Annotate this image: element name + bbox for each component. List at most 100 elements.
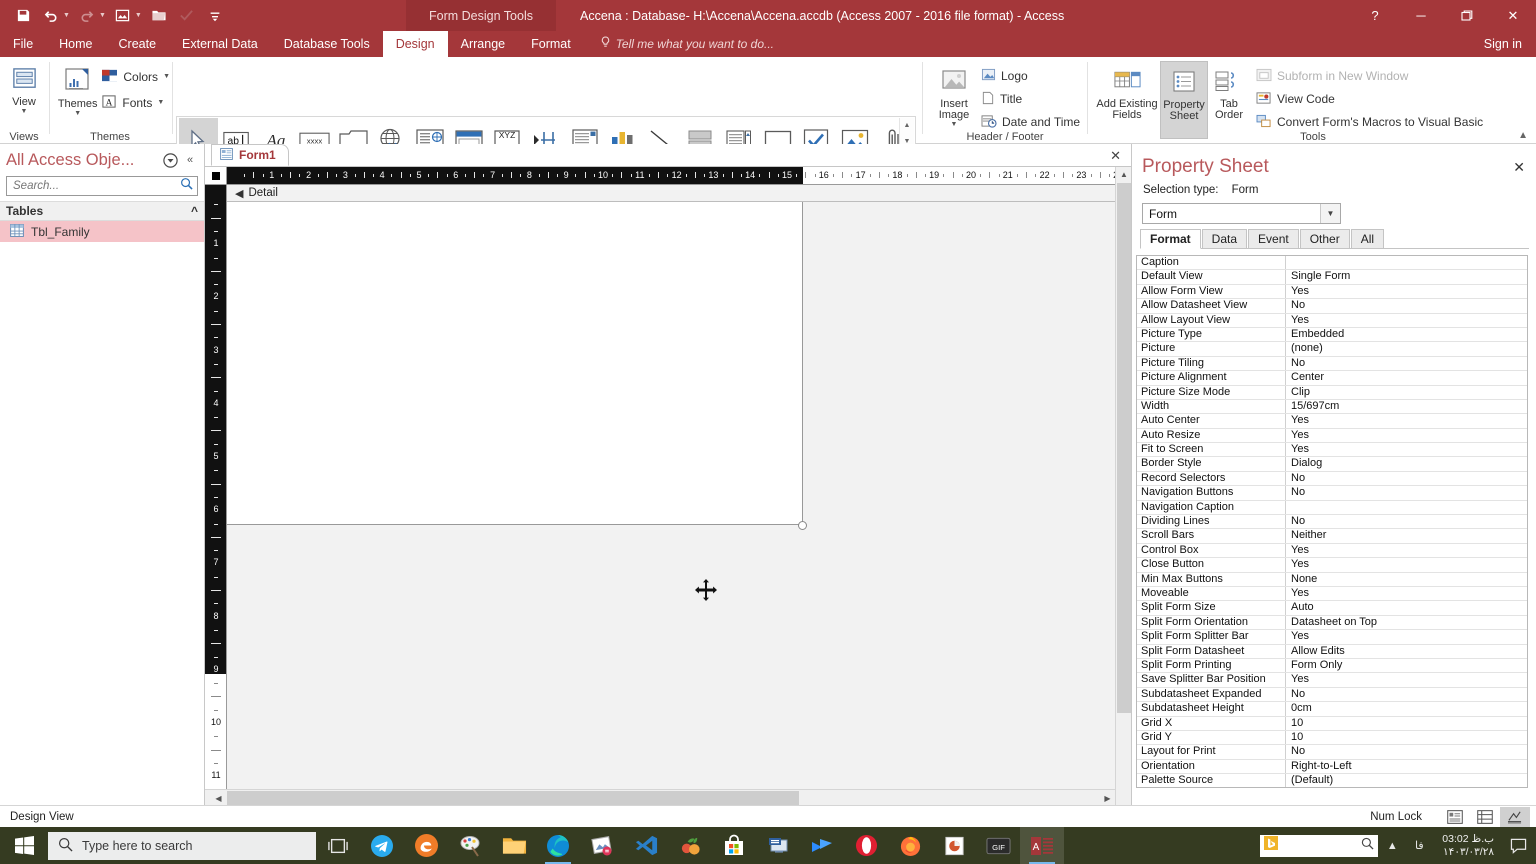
edge-legacy-icon[interactable] xyxy=(404,827,448,864)
property-row[interactable]: Grid Y 10 xyxy=(1137,730,1527,746)
property-value[interactable]: Yes xyxy=(1286,630,1527,643)
property-value[interactable]: No xyxy=(1286,357,1527,370)
property-row[interactable]: Split Form Orientation Datasheet on Top xyxy=(1137,615,1527,631)
property-row[interactable]: Picture Alignment Center xyxy=(1137,371,1527,386)
property-row[interactable]: Save Splitter Bar Position Yes xyxy=(1137,673,1527,688)
property-row[interactable]: Subdatasheet Height 0cm xyxy=(1137,702,1527,717)
ps-tab-event[interactable]: Event xyxy=(1248,229,1299,248)
tell-me-box[interactable]: Tell me what you want to do... xyxy=(584,31,774,57)
language-indicator[interactable]: فا xyxy=(1406,827,1432,864)
property-value[interactable]: Dialog xyxy=(1286,457,1527,470)
property-grid[interactable]: Caption Default View Single Form Allow Form… xyxy=(1136,255,1528,788)
microsoft-store-icon[interactable] xyxy=(712,827,756,864)
undo-icon[interactable] xyxy=(38,4,64,28)
scroll-up-icon[interactable]: ▲ xyxy=(1116,167,1132,182)
property-row[interactable]: Min Max Buttons None xyxy=(1137,572,1527,587)
chevron-down-icon[interactable]: ▼ xyxy=(74,110,81,118)
ps-tab-format[interactable]: Format xyxy=(1140,229,1201,249)
colors-button[interactable]: Colors ▼ xyxy=(101,66,170,88)
document-tab-form1[interactable]: Form1 xyxy=(211,144,289,166)
property-value[interactable]: No xyxy=(1286,745,1527,758)
property-row[interactable]: Split Form Size Auto xyxy=(1137,601,1527,616)
nav-item-tbl-family[interactable]: Tbl_Family xyxy=(0,221,204,242)
zoom-app-icon[interactable] xyxy=(800,827,844,864)
property-value[interactable]: Clip xyxy=(1286,386,1527,399)
taskbar-search-box[interactable]: Type here to search xyxy=(48,831,316,860)
title-button[interactable]: Title xyxy=(981,88,1080,110)
property-row[interactable]: Picture Tiling No xyxy=(1137,356,1527,372)
property-value[interactable]: 10 xyxy=(1286,731,1527,744)
themes-button[interactable]: Themes ▼ xyxy=(54,61,101,118)
collapse-pane-icon[interactable]: « xyxy=(182,152,198,168)
convert-macros-button[interactable]: Convert Form's Macros to Visual Basic xyxy=(1256,111,1483,133)
chevron-up-icon[interactable]: ^ xyxy=(191,204,198,218)
task-view-icon[interactable] xyxy=(316,827,360,864)
redo-dropdown-icon[interactable]: ▼ xyxy=(99,12,106,19)
property-row[interactable]: Control Box Yes xyxy=(1137,543,1527,559)
tray-search-box[interactable] xyxy=(1260,835,1379,857)
property-row[interactable]: Split Form Printing Form Only xyxy=(1137,658,1527,674)
chevron-down-icon[interactable]: ▼ xyxy=(163,73,170,81)
detail-section-header[interactable]: ◀ Detail xyxy=(227,185,1115,202)
navigation-search-box[interactable] xyxy=(6,176,198,196)
view-code-button[interactable]: View Code xyxy=(1256,88,1483,110)
property-row[interactable]: Allow Layout View Yes xyxy=(1137,313,1527,328)
canvas-vertical-scrollbar[interactable]: ▲ ▼ xyxy=(1115,167,1132,864)
tab-external-data[interactable]: External Data xyxy=(169,31,271,57)
property-value[interactable] xyxy=(1286,501,1527,514)
property-row[interactable]: Navigation Buttons No xyxy=(1137,486,1527,501)
tab-database-tools[interactable]: Database Tools xyxy=(271,31,383,57)
scroll-right-icon[interactable]: ▶ xyxy=(1100,790,1115,806)
ps-tab-all[interactable]: All xyxy=(1350,229,1385,248)
opera-icon[interactable] xyxy=(844,827,888,864)
date-time-button[interactable]: Date and Time xyxy=(981,111,1080,133)
property-row[interactable]: Dividing Lines No xyxy=(1137,515,1527,530)
property-value[interactable]: Neither xyxy=(1286,529,1527,542)
property-row[interactable]: Picture Type Embedded xyxy=(1137,327,1527,343)
print-preview-icon[interactable] xyxy=(110,4,136,28)
property-row[interactable]: Allow Form View Yes xyxy=(1137,284,1527,300)
powerpoint-icon[interactable] xyxy=(932,827,976,864)
remote-desktop-icon[interactable] xyxy=(756,827,800,864)
tab-format[interactable]: Format xyxy=(518,31,584,57)
tab-create[interactable]: Create xyxy=(106,31,170,57)
firefox-icon[interactable] xyxy=(888,827,932,864)
layout-view-button[interactable] xyxy=(1470,807,1500,828)
tray-search-icon[interactable] xyxy=(1361,837,1374,855)
tab-order-button[interactable]: Tab Order xyxy=(1208,61,1250,121)
print-dropdown-icon[interactable]: ▼ xyxy=(135,12,142,19)
property-value[interactable]: (none) xyxy=(1286,342,1527,355)
property-row[interactable]: Caption xyxy=(1137,256,1527,271)
property-row[interactable]: Auto Resize Yes xyxy=(1137,428,1527,444)
restore-button[interactable] xyxy=(1444,0,1490,31)
add-existing-fields-button[interactable]: Add Existing Fields xyxy=(1094,61,1160,121)
insert-image-button[interactable]: Insert Image ▼ xyxy=(929,61,979,133)
property-row[interactable]: Orientation Right-to-Left xyxy=(1137,759,1527,775)
fruit-app-icon[interactable] xyxy=(668,827,712,864)
access-icon[interactable]: A xyxy=(1020,827,1064,864)
property-row[interactable]: Navigation Caption xyxy=(1137,500,1527,516)
v-scroll-thumb[interactable] xyxy=(1117,183,1131,713)
visual-studio-code-icon[interactable] xyxy=(624,827,668,864)
property-row[interactable]: Fit to Screen Yes xyxy=(1137,443,1527,458)
close-button[interactable]: ✕ xyxy=(1490,0,1536,31)
property-value[interactable]: Yes xyxy=(1286,429,1527,442)
redo-icon[interactable] xyxy=(74,4,100,28)
property-row[interactable]: Grid X 10 xyxy=(1137,716,1527,731)
scroll-left-icon[interactable]: ◀ xyxy=(211,790,226,806)
form-selector-icon[interactable] xyxy=(211,171,220,180)
gallery-scroll-up-icon[interactable]: ▲ xyxy=(904,118,911,133)
undo-dropdown-icon[interactable]: ▼ xyxy=(63,12,70,19)
design-view-button[interactable] xyxy=(1500,806,1530,828)
h-scroll-thumb[interactable] xyxy=(227,791,799,805)
fonts-button[interactable]: A Fonts ▼ xyxy=(101,92,170,114)
property-row[interactable]: Split Form Splitter Bar Yes xyxy=(1137,630,1527,645)
property-value[interactable]: 0cm xyxy=(1286,702,1527,715)
property-row[interactable]: Picture (none) xyxy=(1137,342,1527,357)
help-button[interactable]: ? xyxy=(1352,0,1398,31)
property-row[interactable]: Moveable Yes xyxy=(1137,586,1527,602)
open-icon[interactable] xyxy=(146,4,172,28)
property-value[interactable]: No xyxy=(1286,486,1527,499)
property-sheet-button[interactable]: Property Sheet xyxy=(1160,61,1208,139)
tab-file[interactable]: File xyxy=(0,31,47,57)
